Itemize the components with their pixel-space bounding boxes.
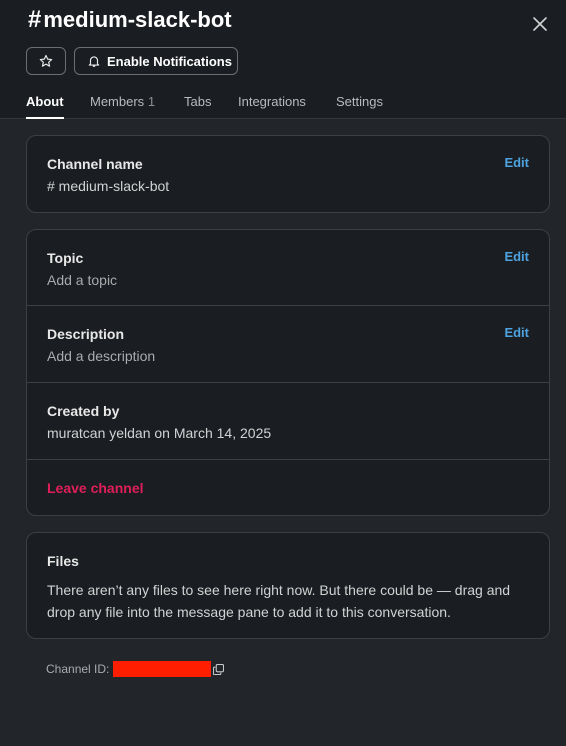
- about-panel: Channel name # medium-slack-bot Edit Top…: [0, 119, 566, 746]
- topic-value: Add a topic: [47, 272, 118, 288]
- channel-id-redaction: [113, 661, 212, 677]
- tab-bar: About Members 1 Tabs Integrations Settin…: [0, 88, 566, 119]
- page-title: # medium-slack-bot: [28, 6, 232, 34]
- star-icon: [39, 54, 53, 67]
- bell-icon: [88, 56, 100, 67]
- star-button[interactable]: [26, 47, 66, 75]
- channel-title: medium-slack-bot: [43, 7, 232, 32]
- description-label: Description: [47, 326, 125, 342]
- files-label: Files: [47, 553, 79, 569]
- created-by-value: muratcan yeldan on March 14, 2025: [47, 425, 272, 441]
- channel-details-header: # medium-slack-bot Enable Notifications …: [0, 0, 566, 119]
- tab-members[interactable]: Members 1: [90, 94, 155, 119]
- edit-channel-name-link[interactable]: Edit: [504, 155, 529, 170]
- description-row[interactable]: Description Add a description Edit: [27, 306, 549, 383]
- tab-integrations[interactable]: Integrations: [238, 94, 306, 119]
- tab-settings[interactable]: Settings: [336, 94, 383, 119]
- tab-about[interactable]: About: [26, 94, 64, 119]
- files-empty-text: There aren’t any files to see here right…: [47, 582, 511, 620]
- edit-description-link[interactable]: Edit: [504, 325, 529, 340]
- copy-channel-id-button[interactable]: [213, 663, 225, 675]
- edit-topic-link[interactable]: Edit: [504, 249, 529, 264]
- leave-channel-button[interactable]: Leave channel: [47, 480, 144, 496]
- close-icon: [533, 17, 547, 31]
- enable-notifications-label: Enable Notifications: [107, 53, 232, 69]
- channel-info-card: Topic Add a topic Edit Description Add a…: [26, 229, 550, 516]
- topic-row[interactable]: Topic Add a topic Edit: [27, 230, 549, 306]
- members-count: 1: [147, 94, 156, 109]
- files-card: Files There aren’t any files to see here…: [26, 532, 550, 639]
- created-by-label: Created by: [47, 403, 120, 419]
- tab-tabs[interactable]: Tabs: [184, 94, 211, 119]
- channel-name-label: Channel name: [47, 156, 143, 172]
- channel-id-label: Channel ID:: [46, 662, 110, 676]
- enable-notifications-button[interactable]: Enable Notifications: [74, 47, 238, 75]
- topic-label: Topic: [47, 250, 84, 266]
- channel-name-card: Channel name # medium-slack-bot Edit: [26, 135, 550, 213]
- description-value: Add a description: [47, 348, 156, 364]
- channel-hash-icon: #: [28, 6, 42, 33]
- leave-channel-row: Leave channel: [27, 460, 549, 515]
- close-button[interactable]: [527, 11, 553, 37]
- channel-name-value: # medium-slack-bot: [47, 178, 170, 194]
- copy-icon: [213, 663, 225, 675]
- channel-name-row[interactable]: Channel name # medium-slack-bot Edit: [27, 136, 549, 212]
- channel-id: Channel ID:: [46, 661, 225, 677]
- created-by-row: Created by muratcan yeldan on March 14, …: [27, 383, 549, 460]
